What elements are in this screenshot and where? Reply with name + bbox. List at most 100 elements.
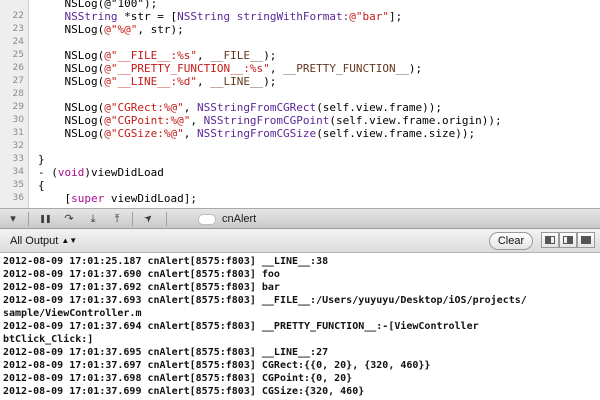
clear-button[interactable]: Clear	[489, 232, 533, 250]
line-number: 32	[12, 141, 24, 151]
hide-debug-area-icon[interactable]: ▾	[4, 211, 22, 226]
code-line: 33}	[0, 153, 600, 166]
code-text: NSLog(@"__FILE__:%s", __FILE__);	[38, 49, 276, 62]
code-text: NSLog(@"__LINE__:%d", __LINE__);	[38, 75, 276, 88]
code-token: NSLog(	[38, 49, 105, 62]
code-token: ];	[389, 10, 403, 23]
line-number: 35	[12, 180, 24, 190]
log-line: 2012-08-09 17:01:25.187 cnAlert[8575:f80…	[3, 256, 329, 267]
line-number: 29	[12, 102, 24, 112]
code-text: NSLog(@"%@", str);	[38, 23, 184, 36]
code-token: @"CGSize:%@"	[104, 127, 184, 140]
code-token: NSLog(	[38, 75, 105, 88]
code-token: @"__LINE__:%d"	[104, 75, 197, 88]
log-line: 2012-08-09 17:01:37.698 cnAlert[8575:f80…	[3, 373, 353, 384]
code-text: - (void)viewDidLoad	[38, 166, 164, 179]
output-scope-label: All Output	[10, 235, 59, 247]
code-text: NSLog(@"CGSize:%@", NSStringFromCGSize(s…	[38, 127, 475, 140]
code-line: 34 - (void)viewDidLoad	[0, 166, 600, 179]
line-number: 23	[12, 24, 24, 34]
code-token: NSLog(	[38, 101, 105, 114]
code-token: ,	[183, 127, 197, 140]
code-token: __PRETTY_FUNCTION__	[283, 62, 409, 75]
code-token: NSString	[177, 10, 231, 23]
log-line: 2012-08-09 17:01:37.695 cnAlert[8575:f80…	[3, 347, 329, 358]
pause-icon[interactable]: ❚❚	[36, 211, 54, 226]
code-token: );	[263, 49, 277, 62]
code-token: *str = [	[117, 10, 178, 23]
code-token: ,	[183, 101, 197, 114]
line-number: 24	[12, 37, 24, 47]
line-number: 34	[12, 167, 24, 177]
code-text: NSLog(@"100");	[38, 0, 157, 10]
code-token: [	[38, 192, 72, 205]
pane-filled	[586, 236, 591, 244]
code-token: }	[38, 153, 45, 166]
chevron-updown-icon: ▲▼	[61, 236, 78, 245]
pane-empty	[550, 236, 555, 244]
code-token: @"bar"	[349, 10, 390, 23]
console-output[interactable]: 2012-08-09 17:01:25.187 cnAlert[8575:f80…	[0, 253, 600, 400]
line-number: 31	[12, 128, 24, 138]
code-line: 32	[0, 140, 600, 153]
code-token: viewDidLoad];	[104, 192, 197, 205]
code-editor[interactable]: NSLog(@"100"); 22 NSString *str = [NSStri…	[0, 0, 600, 208]
location-arrow-icon[interactable]: ➤	[137, 207, 160, 230]
console-header: All Output ▲▼ Clear	[0, 229, 600, 253]
code-token: (self.view.frame));	[316, 101, 443, 114]
xcode-window: NSLog(@"100"); 22 NSString *str = [NSStri…	[0, 0, 600, 400]
split-view-toggle-icon[interactable]	[577, 232, 595, 248]
code-line: 31 NSLog(@"CGSize:%@", NSStringFromCGSiz…	[0, 127, 600, 140]
code-token: (self.view.frame.origin));	[329, 114, 502, 127]
step-out-icon[interactable]: ⤒	[108, 211, 126, 226]
log-line: 2012-08-09 17:01:37.693 cnAlert[8575:f80…	[3, 295, 527, 306]
output-scope-select[interactable]: All Output ▲▼	[10, 234, 77, 248]
line-number: 25	[12, 50, 24, 60]
code-line: NSLog(@"100");	[0, 0, 600, 10]
code-line: 35 {	[0, 179, 600, 192]
code-token: super	[71, 192, 105, 205]
code-token: ,	[196, 49, 211, 62]
step-over-icon[interactable]: ↷	[60, 211, 78, 226]
code-text: [super viewDidLoad];	[38, 192, 197, 205]
log-line: 2012-08-09 17:01:37.690 cnAlert[8575:f80…	[3, 269, 280, 280]
code-line: 26 NSLog(@"__PRETTY_FUNCTION__:%s", __PR…	[0, 62, 600, 75]
code-token: NSLog(	[38, 127, 105, 140]
line-number: 22	[12, 11, 24, 21]
code-token: (self.view.frame.size));	[316, 127, 476, 140]
code-token: @"CGPoint:%@"	[104, 114, 191, 127]
code-text: }	[38, 153, 45, 166]
code-line: 25 NSLog(@"__FILE__:%s", __FILE__);	[0, 49, 600, 62]
pane-filled	[568, 236, 573, 244]
code-token: NSStringFromCGPoint	[203, 114, 330, 127]
thread-label[interactable]: cnAlert	[222, 212, 256, 226]
line-number: 33	[12, 154, 24, 164]
step-into-icon[interactable]: ⤓	[84, 211, 102, 226]
log-line: sample/ViewController.m	[3, 308, 142, 319]
code-line: 36 [super viewDidLoad];	[0, 192, 600, 205]
line-number: 36	[12, 193, 24, 203]
right-pane-toggle-icon[interactable]	[559, 232, 577, 248]
toolbar-divider	[28, 212, 29, 226]
log-line: 2012-08-09 17:01:37.699 cnAlert[8575:f80…	[3, 386, 365, 397]
code-token: )viewDidLoad	[84, 166, 164, 179]
code-token: ,	[196, 75, 211, 88]
code-text: NSString *str = [NSString stringWithForm…	[38, 10, 403, 23]
code-text: NSLog(@"CGRect:%@", NSStringFromCGRect(s…	[38, 101, 442, 114]
toolbar-divider	[132, 212, 133, 226]
code-token: stringWithFormat:	[236, 10, 350, 23]
code-line: 27 NSLog(@"__LINE__:%d", __LINE__);	[0, 75, 600, 88]
line-number: 30	[12, 115, 24, 125]
code-token: @"CGRect:%@"	[104, 101, 184, 114]
log-line: btClick_Click:]	[3, 334, 94, 345]
thread-indicator-icon[interactable]	[198, 214, 216, 225]
code-token: );	[408, 62, 423, 75]
code-line: 23 NSLog(@"%@", str);	[0, 23, 600, 36]
code-token: @"%@"	[104, 23, 138, 36]
line-number: 28	[12, 89, 24, 99]
code-token: {	[38, 179, 45, 192]
code-token: , str);	[137, 23, 184, 36]
code-token: NSStringFromCGSize	[196, 127, 317, 140]
left-pane-toggle-icon[interactable]	[541, 232, 559, 248]
